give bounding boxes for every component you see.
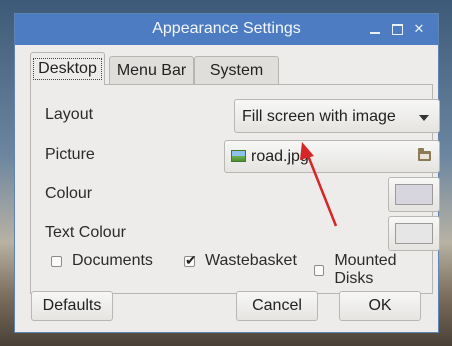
defaults-button[interactable]: Defaults <box>31 291 113 321</box>
text-colour-button[interactable] <box>388 216 440 251</box>
close-icon[interactable]: ✕ <box>411 21 427 37</box>
wastebasket-label: Wastebasket <box>205 252 297 269</box>
mounted-disks-checkbox[interactable] <box>314 264 325 276</box>
folder-icon <box>418 148 431 161</box>
wastebasket-checkbox[interactable] <box>184 252 197 269</box>
tab-menu-bar[interactable]: Menu Bar <box>109 56 194 84</box>
layout-label: Layout <box>45 106 94 123</box>
mounted-disks-label: Mounted Disks <box>334 252 397 287</box>
colour-swatch <box>395 184 433 205</box>
wastebasket-checkbox-row[interactable]: Wastebasket <box>184 252 297 270</box>
mounted-disks-checkbox-row[interactable]: Mounted Disks <box>314 252 432 288</box>
tab-system[interactable]: System <box>194 56 279 84</box>
tab-menu-bar-label: Menu Bar <box>116 61 187 79</box>
minimize-icon[interactable] <box>367 21 383 37</box>
documents-checkbox-row[interactable]: Documents <box>51 252 153 270</box>
tab-desktop-label: Desktop <box>33 58 102 80</box>
picture-label: Picture <box>45 146 95 163</box>
colour-button[interactable] <box>388 177 440 212</box>
desktop-panel: Layout Fill screen with image Picture ro… <box>30 84 440 294</box>
colour-label: Colour <box>45 185 93 202</box>
ok-button[interactable]: OK <box>339 291 421 321</box>
image-file-icon <box>231 150 246 162</box>
layout-dropdown-value: Fill screen with image <box>242 108 396 125</box>
appearance-settings-dialog: Appearance Settings ✕ Desktop Menu Bar S… <box>14 13 440 333</box>
tab-desktop[interactable]: Desktop <box>30 52 105 85</box>
layout-dropdown[interactable]: Fill screen with image <box>234 99 440 133</box>
text-colour-swatch <box>395 223 433 244</box>
text-colour-label: Text Colour <box>45 224 126 241</box>
tab-system-label: System <box>209 61 264 79</box>
cancel-button[interactable]: Cancel <box>236 291 318 321</box>
documents-label: Documents <box>72 252 153 269</box>
documents-checkbox[interactable] <box>51 255 62 267</box>
title-bar[interactable]: Appearance Settings ✕ <box>15 14 438 45</box>
picture-file-name: road.jpg <box>251 148 309 165</box>
maximize-icon[interactable] <box>389 21 405 37</box>
chevron-down-icon <box>419 115 429 121</box>
picture-file-button[interactable]: road.jpg <box>224 140 440 173</box>
